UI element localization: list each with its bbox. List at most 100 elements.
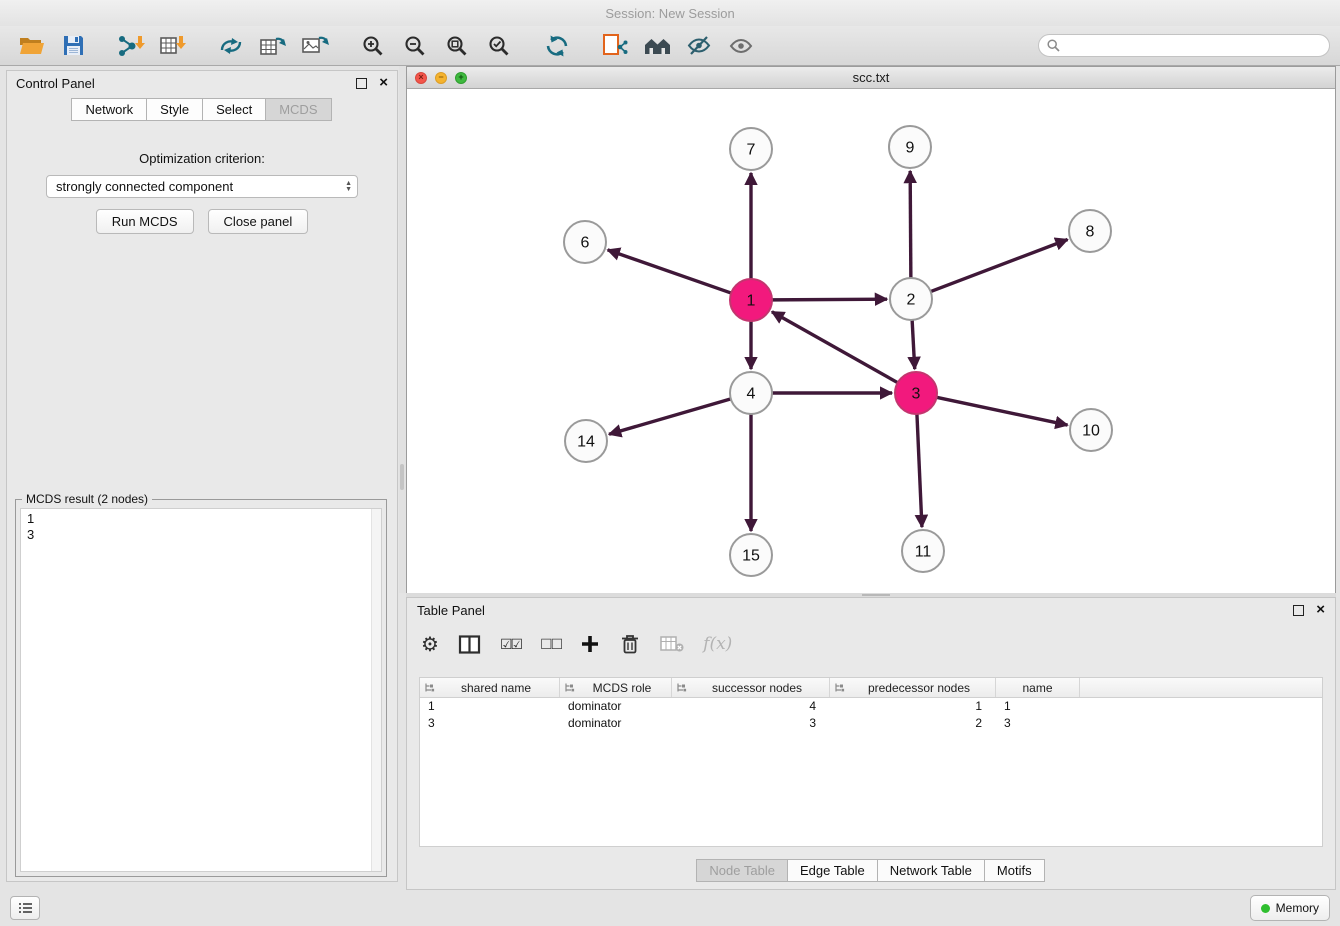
refresh-button[interactable] [536,29,578,63]
delete-column-button[interactable] [619,629,641,659]
edge-4-14[interactable] [609,399,731,434]
maximize-window-icon[interactable]: + [455,72,467,84]
table-cell[interactable]: 4 [672,698,830,715]
edge-2-8[interactable] [931,240,1068,292]
show-columns-button[interactable] [458,629,481,659]
zoom-in-button[interactable] [352,29,394,63]
column-header-shared-name[interactable]: shared name [420,678,560,697]
edge-1-6[interactable] [608,250,732,293]
sort-icon [676,682,687,693]
result-item[interactable]: 1 [27,511,375,527]
edge-3-10[interactable] [937,397,1068,425]
table-cell[interactable]: 1 [996,698,1080,715]
node-label: 9 [906,140,915,157]
float-table-panel-icon[interactable] [1293,605,1304,616]
hide-details-button[interactable] [678,29,720,63]
close-window-icon[interactable]: × [415,72,427,84]
column-header-MCDS-role[interactable]: MCDS role [560,678,672,697]
tab-style[interactable]: Style [146,98,203,121]
result-item[interactable]: 3 [27,527,375,543]
zoom-out-icon [404,35,426,57]
table-settings-button[interactable]: ⚙ [421,629,439,659]
search-box[interactable] [1038,34,1330,57]
column-header-name[interactable]: name [996,678,1080,697]
table-row[interactable]: 1dominator411 [420,698,1322,715]
clone-network-icon [602,34,628,57]
mcds-result-list[interactable]: 13 [20,508,382,872]
table-cell[interactable]: dominator [560,715,672,732]
tab-edge-table[interactable]: Edge Table [787,859,878,882]
edge-1-2[interactable] [772,299,887,300]
search-input[interactable] [1065,38,1321,54]
result-scrollbar[interactable] [371,509,381,871]
table-panel: Table Panel × ⚙ ☑☑ ☐☐ [406,597,1336,890]
zoom-selected-button[interactable] [478,29,520,63]
show-details-button[interactable] [720,29,762,63]
splitter-grip-icon [400,464,404,490]
tab-network[interactable]: Network [71,98,147,121]
optimization-dropdown[interactable]: strongly connected component ▲▼ [46,175,358,198]
home-layout-button[interactable] [636,29,678,63]
float-panel-icon[interactable] [356,78,367,89]
plus-icon [580,634,600,654]
column-header-predecessor-nodes[interactable]: predecessor nodes [830,678,996,697]
import-network-button[interactable] [110,29,152,63]
tab-mcds[interactable]: MCDS [265,98,331,121]
close-table-panel-icon[interactable]: × [1316,605,1325,615]
table-row[interactable]: 3dominator323 [420,715,1322,732]
node-label: 4 [747,386,756,403]
table-cell[interactable]: 2 [830,715,996,732]
export-image-button[interactable] [294,29,336,63]
edge-3-1[interactable] [772,312,898,383]
save-session-button[interactable] [52,29,94,63]
open-session-button[interactable] [10,29,52,63]
memory-button[interactable]: Memory [1250,895,1330,921]
close-mcds-panel-button[interactable]: Close panel [208,209,309,234]
network-graph[interactable]: 7968124314101511 [407,89,1335,593]
task-history-button[interactable] [10,896,40,920]
zoom-out-button[interactable] [394,29,436,63]
close-panel-icon[interactable]: × [379,78,388,88]
table-cell[interactable]: dominator [560,698,672,715]
tab-network-table[interactable]: Network Table [877,859,985,882]
edge-2-3[interactable] [912,320,915,369]
tab-motifs[interactable]: Motifs [984,859,1045,882]
vertical-splitter[interactable] [399,66,406,593]
tab-select[interactable]: Select [202,98,266,121]
zoom-fit-icon [446,35,468,57]
edge-3-11[interactable] [917,414,922,527]
node-table: shared nameMCDS rolesuccessor nodesprede… [419,677,1323,847]
search-icon [1047,39,1060,52]
minimize-window-icon[interactable]: − [435,72,447,84]
column-header-successor-nodes[interactable]: successor nodes [672,678,830,697]
control-panel-title: Control Panel [16,76,95,91]
network-window-titlebar[interactable]: × − + scc.txt [407,67,1335,89]
columns-icon [458,634,481,655]
tab-node-table[interactable]: Node Table [696,859,788,882]
import-table-button[interactable] [152,29,194,63]
network-view-title: scc.txt [407,70,1335,85]
memory-label: Memory [1276,901,1319,915]
export-table-button[interactable] [252,29,294,63]
export-network-button[interactable] [210,29,252,63]
table-cell[interactable]: 1 [420,698,560,715]
node-label: 8 [1086,224,1095,241]
table-cell[interactable]: 3 [420,715,560,732]
edge-2-9[interactable] [910,171,911,278]
select-all-button[interactable]: ☑☑ [500,629,521,659]
function-builder-button: f(x) [703,629,732,659]
optimization-label: Optimization criterion: [7,151,397,166]
zoom-selected-icon [488,35,510,57]
zoom-in-icon [362,35,384,57]
clone-network-button[interactable] [594,29,636,63]
table-cell[interactable]: 1 [830,698,996,715]
zoom-fit-button[interactable] [436,29,478,63]
deselect-all-button[interactable]: ☐☐ [540,629,561,659]
traffic-lights: × − + [415,72,467,84]
table-cell[interactable]: 3 [996,715,1080,732]
show-details-icon [729,37,753,55]
table-cell[interactable]: 3 [672,715,830,732]
run-mcds-button[interactable]: Run MCDS [96,209,194,234]
import-table-icon [160,34,187,58]
add-column-button[interactable] [580,629,600,659]
